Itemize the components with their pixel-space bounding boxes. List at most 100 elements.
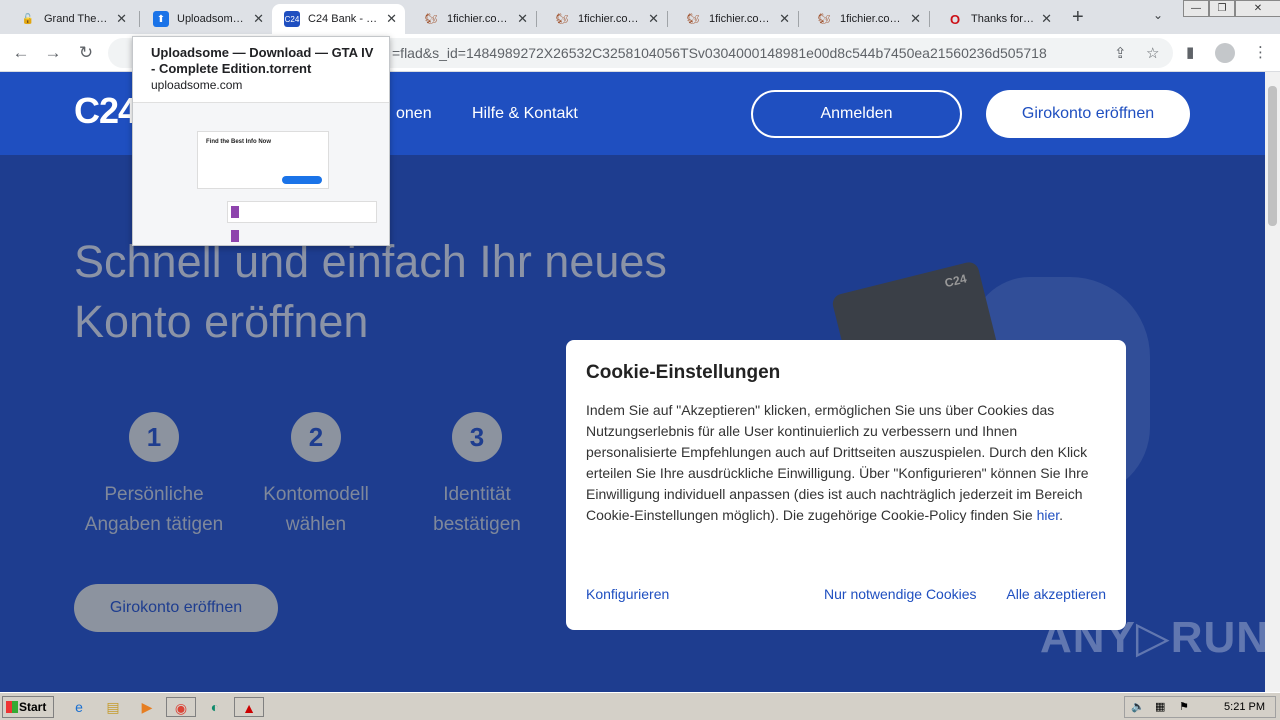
anyrun-watermark: ANY▷RUN <box>1040 613 1265 662</box>
squirrel-icon: 🐿 <box>424 13 438 25</box>
forward-icon[interactable]: → <box>42 42 64 64</box>
login-button[interactable]: Anmelden <box>751 90 962 138</box>
cookie-title: Cookie-Einstellungen <box>586 362 781 383</box>
tab-2[interactable]: C24 C24 Bank - CHE ✕ <box>272 4 405 34</box>
star-icon[interactable]: ☆ <box>1146 44 1159 62</box>
app-icon[interactable]: ▲ <box>234 697 264 717</box>
nav-link-help[interactable]: Hilfe & Kontakt <box>472 105 578 123</box>
tab-title: Grand Theft Auto <box>44 13 110 25</box>
lock-open-icon: 🔓 <box>21 13 35 25</box>
scrollbar[interactable] <box>1265 72 1280 692</box>
screen: 🔓 Grand Theft Auto ✕ ⬆ Uploadsome – Dow … <box>0 0 1280 720</box>
thumbnail-button <box>282 176 322 184</box>
back-icon[interactable]: ← <box>10 42 32 64</box>
close-icon[interactable]: ✕ <box>517 11 528 27</box>
share-icon[interactable]: ⇪ <box>1114 44 1127 62</box>
step-number: 1 <box>129 412 179 462</box>
necessary-cookies-button[interactable]: Nur notwendige Cookies <box>824 586 977 602</box>
restore-icon[interactable]: ❐ <box>1209 0 1235 17</box>
step-number: 2 <box>291 412 341 462</box>
step-2: 2 Kontomodell wählen <box>236 412 396 540</box>
opera-icon: O <box>949 11 961 27</box>
cookie-policy-link[interactable]: hier <box>1037 507 1060 523</box>
open-account-button[interactable]: Girokonto eröffnen <box>986 90 1190 138</box>
step-3: 3 Identität bestätigen <box>397 412 557 540</box>
url-text: =flad&s_id=1484989272X26532C3258104056TS… <box>392 45 1047 61</box>
start-label: Start <box>19 700 47 714</box>
tab-0[interactable]: 🔓 Grand Theft Auto ✕ <box>2 4 135 34</box>
scrollbar-thumb[interactable] <box>1268 86 1277 226</box>
media-player-icon[interactable]: ▶ <box>136 697 158 717</box>
c24-logo[interactable]: C24 <box>74 90 138 132</box>
menu-icon[interactable]: ⋮ <box>1253 43 1268 61</box>
tab-title: 1fichier.com: C <box>447 13 511 25</box>
chevron-down-icon[interactable]: ⌄ <box>1153 8 1163 22</box>
step-label: Identität bestätigen <box>433 484 521 535</box>
tab-title: Uploadsome – Dow <box>177 13 247 25</box>
taskbar: Start e ▤ ▶ ◉ ◐ ▲ 🔈 ▦ ⚑ 5:21 PM <box>0 692 1280 720</box>
hover-card-thumbnail: Find the Best Info Now <box>133 102 389 245</box>
window-controls: — ❐ ✕ <box>1183 0 1280 18</box>
reload-icon[interactable]: ↻ <box>75 42 97 64</box>
cookie-body: Indem Sie auf "Akzeptieren" klicken, erm… <box>586 402 1089 523</box>
profile-avatar[interactable] <box>1215 43 1235 63</box>
tab-title: 1fichier.com: C <box>709 13 773 25</box>
step-1: 1 Persönliche Angaben tätigen <box>74 412 234 540</box>
volume-icon[interactable]: 🔈 <box>1131 700 1145 713</box>
close-icon[interactable]: ✕ <box>253 11 264 27</box>
cookie-dialog: Cookie-Einstellungen Indem Sie auf "Akze… <box>566 340 1126 630</box>
upload-icon: ⬆ <box>153 11 169 27</box>
system-tray: 🔈 ▦ ⚑ 5:21 PM <box>1124 696 1276 718</box>
configure-button[interactable]: Konfigurieren <box>586 586 669 602</box>
step-number: 3 <box>452 412 502 462</box>
squirrel-icon: 🐿 <box>817 13 831 25</box>
file-icon <box>231 206 239 218</box>
windows-logo-icon <box>6 701 18 713</box>
tab-title: C24 Bank - CHE <box>308 13 380 25</box>
cookie-body-text: Indem Sie auf "Akzeptieren" klicken, erm… <box>586 402 1089 523</box>
thumbnail-row <box>227 201 377 223</box>
edge-icon[interactable]: ◐ <box>204 697 226 717</box>
side-panel-icon[interactable]: ▮ <box>1186 43 1194 61</box>
tab-hover-card: Uploadsome — Download — GTA IV - Complet… <box>132 36 390 246</box>
start-button[interactable]: Start <box>2 696 54 718</box>
tab-title: 1fichier.com: C <box>578 13 642 25</box>
close-icon[interactable]: ✕ <box>779 11 790 27</box>
tab-title: Thanks for dow <box>971 13 1035 25</box>
tab-7[interactable]: O Thanks for dow ✕ <box>929 4 1060 34</box>
close-icon[interactable]: ✕ <box>116 11 127 27</box>
close-icon[interactable]: ✕ <box>648 11 659 27</box>
thumbnail-heading: Find the Best Info Now <box>206 139 271 145</box>
tab-5[interactable]: 🐿 1fichier.com: C ✕ <box>667 4 798 34</box>
tab-bar: 🔓 Grand Theft Auto ✕ ⬆ Uploadsome – Dow … <box>0 0 1280 34</box>
card-brand: C24 <box>943 271 969 291</box>
hover-card-host: uploadsome.com <box>151 78 243 92</box>
internet-explorer-icon[interactable]: e <box>68 697 90 717</box>
accept-all-button[interactable]: Alle akzeptieren <box>1006 586 1106 602</box>
minimize-icon[interactable]: — <box>1183 0 1209 17</box>
tab-title: 1fichier.com: C <box>840 13 904 25</box>
folder-icon[interactable]: ▤ <box>102 697 124 717</box>
tab-3[interactable]: 🐿 1fichier.com: C ✕ <box>405 4 536 34</box>
network-icon[interactable]: ▦ <box>1155 700 1165 713</box>
step-label: Kontomodell wählen <box>263 484 369 535</box>
thumbnail-box: Find the Best Info Now <box>197 131 329 189</box>
new-tab-icon[interactable]: + <box>1072 6 1084 29</box>
tab-4[interactable]: 🐿 1fichier.com: C ✕ <box>536 4 667 34</box>
flag-icon[interactable]: ⚑ <box>1179 700 1189 713</box>
squirrel-icon: 🐿 <box>686 13 700 25</box>
tab-6[interactable]: 🐿 1fichier.com: C ✕ <box>798 4 929 34</box>
close-window-icon[interactable]: ✕ <box>1235 0 1280 17</box>
chrome-icon[interactable]: ◉ <box>166 697 196 717</box>
step-label: Persönliche Angaben tätigen <box>84 484 224 535</box>
close-icon[interactable]: ✕ <box>910 11 921 27</box>
clock: 5:21 PM <box>1224 701 1265 713</box>
tab-1[interactable]: ⬆ Uploadsome – Dow ✕ <box>135 4 272 34</box>
c24-favicon-icon: C24 <box>284 11 300 27</box>
close-icon[interactable]: ✕ <box>1041 11 1052 27</box>
cta-open-account-button[interactable]: Girokonto eröffnen <box>74 584 278 632</box>
close-icon[interactable]: ✕ <box>386 11 397 27</box>
file-icon <box>231 230 239 242</box>
cookie-actions: Konfigurieren Nur notwendige Cookies All… <box>586 586 1106 606</box>
nav-link-products[interactable]: onen <box>396 105 432 123</box>
